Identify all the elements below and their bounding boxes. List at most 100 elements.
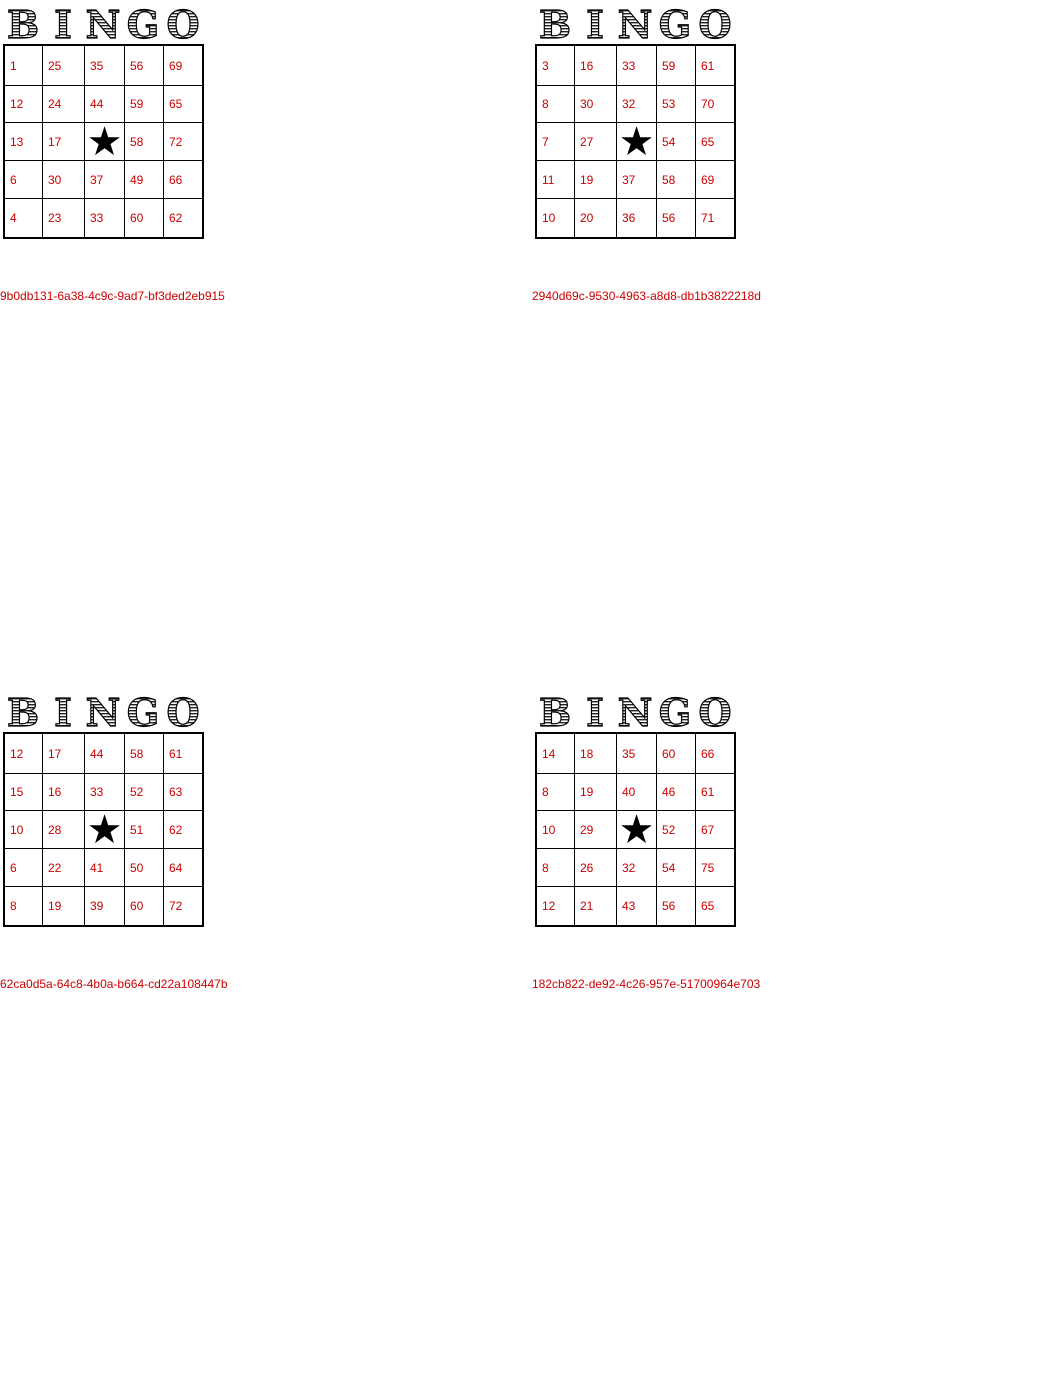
bingo-cell: 65 bbox=[696, 887, 734, 925]
bingo-cell: 35 bbox=[85, 46, 125, 86]
bingo-number: 61 bbox=[701, 785, 715, 799]
bingo-cell: 10 bbox=[537, 199, 575, 237]
bingo-cell: 46 bbox=[657, 774, 696, 811]
bingo-cell: 36 bbox=[617, 199, 657, 237]
bingo-cell: 69 bbox=[164, 46, 202, 86]
bingo-cell: 50 bbox=[125, 849, 164, 887]
bingo-number: 24 bbox=[48, 97, 62, 111]
bingo-number: 44 bbox=[90, 97, 104, 111]
bingo-cell: 60 bbox=[657, 734, 696, 774]
bingo-cell: 52 bbox=[657, 811, 696, 849]
bingo-grid: 1 25 35 56 69 12 24 44 59 65 13 17 ★ 58 72 6 30 37 49 66 4 23… bbox=[3, 44, 204, 239]
bingo-number: 21 bbox=[580, 899, 594, 913]
bingo-number: 65 bbox=[701, 899, 715, 913]
bingo-cell: 39 bbox=[85, 887, 125, 925]
bingo-cell: 70 bbox=[696, 86, 734, 123]
bingo-number: 10 bbox=[542, 822, 556, 837]
bingo-cell: 27 bbox=[575, 123, 617, 161]
bingo-cell: 16 bbox=[43, 774, 85, 811]
bingo-number: 6 bbox=[10, 172, 17, 187]
header-letter: I bbox=[54, 4, 72, 44]
header-letter: G bbox=[127, 4, 159, 44]
bingo-cell: 3 bbox=[537, 46, 575, 86]
bingo-number: 69 bbox=[701, 172, 715, 187]
bingo-number: 66 bbox=[701, 746, 715, 761]
bingo-cell: 65 bbox=[164, 86, 202, 123]
bingo-number: 36 bbox=[622, 211, 636, 225]
bingo-number: 30 bbox=[48, 172, 62, 187]
bingo-number: 27 bbox=[580, 134, 594, 149]
card-id: 62ca0d5a-64c8-4b0a-b664-cd22a108447b bbox=[0, 977, 228, 991]
bingo-cell: 63 bbox=[164, 774, 202, 811]
bingo-number: 12 bbox=[10, 746, 24, 761]
bingo-cell: 19 bbox=[43, 887, 85, 925]
bingo-number: 19 bbox=[580, 785, 594, 799]
bingo-cell: 26 bbox=[575, 849, 617, 887]
bingo-cell: 28 bbox=[43, 811, 85, 849]
bingo-cell: 61 bbox=[696, 46, 734, 86]
bingo-number: 15 bbox=[10, 785, 24, 799]
bingo-cell: 16 bbox=[575, 46, 617, 86]
bingo-cell: 56 bbox=[125, 46, 164, 86]
bingo-cell: 25 bbox=[43, 46, 85, 86]
bingo-number: 8 bbox=[542, 785, 549, 799]
bingo-number: 56 bbox=[662, 899, 676, 913]
bingo-cell: 66 bbox=[164, 161, 202, 199]
star-icon: ★ bbox=[86, 806, 123, 853]
bingo-number: 44 bbox=[90, 746, 104, 761]
bingo-cell: 60 bbox=[125, 887, 164, 925]
bingo-number: 61 bbox=[701, 58, 715, 73]
header-letter: B bbox=[7, 692, 39, 732]
bingo-number: 3 bbox=[542, 58, 549, 73]
bingo-cell: 58 bbox=[125, 734, 164, 774]
bingo-cell: 61 bbox=[696, 774, 734, 811]
bingo-cell: 72 bbox=[164, 887, 202, 925]
bingo-header-logo: BINGO bbox=[6, 4, 200, 44]
bingo-cell: 41 bbox=[85, 849, 125, 887]
bingo-number: 30 bbox=[580, 97, 594, 111]
bingo-cell: 8 bbox=[537, 774, 575, 811]
bingo-number: 7 bbox=[542, 134, 549, 149]
bingo-number: 19 bbox=[580, 172, 594, 187]
bingo-cell: 12 bbox=[5, 734, 43, 774]
bingo-cell: 1 bbox=[5, 46, 43, 86]
bingo-header: BINGO bbox=[537, 4, 737, 44]
bingo-number: 51 bbox=[130, 822, 144, 837]
bingo-cell: 35 bbox=[617, 734, 657, 774]
header-letter: N bbox=[86, 692, 121, 732]
bingo-cell: 59 bbox=[125, 86, 164, 123]
header-letter: I bbox=[586, 692, 604, 732]
bingo-number: 43 bbox=[622, 899, 636, 913]
header-letter: I bbox=[586, 4, 604, 44]
bingo-number: 1 bbox=[10, 58, 17, 73]
bingo-cell: 32 bbox=[617, 849, 657, 887]
bingo-cell: 23 bbox=[43, 199, 85, 237]
bingo-header: BINGO bbox=[5, 692, 205, 732]
bingo-number: 54 bbox=[662, 860, 676, 875]
bingo-cell: 56 bbox=[657, 199, 696, 237]
bingo-number: 13 bbox=[10, 134, 24, 149]
bingo-number: 56 bbox=[130, 58, 144, 73]
bingo-cell: 30 bbox=[575, 86, 617, 123]
bingo-number: 60 bbox=[130, 899, 144, 913]
bingo-cell: 72 bbox=[164, 123, 202, 161]
bingo-cell: 6 bbox=[5, 849, 43, 887]
bingo-number: 58 bbox=[130, 746, 144, 761]
bingo-cell: 64 bbox=[164, 849, 202, 887]
bingo-number: 35 bbox=[90, 58, 104, 73]
star-icon: ★ bbox=[618, 806, 655, 853]
header-letter: O bbox=[698, 4, 731, 44]
bingo-number: 58 bbox=[662, 172, 676, 187]
bingo-number: 18 bbox=[580, 746, 594, 761]
bingo-grid: 12 17 44 58 61 15 16 33 52 63 10 28 ★ 51 62 6 22 41 50 64 8 1… bbox=[3, 732, 204, 927]
bingo-cell: 18 bbox=[575, 734, 617, 774]
header-letter: O bbox=[698, 692, 731, 732]
bingo-number: 56 bbox=[662, 211, 676, 225]
card-id: 182cb822-de92-4c26-957e-51700964e703 bbox=[532, 977, 761, 991]
bingo-number: 63 bbox=[169, 785, 183, 799]
bingo-cell: 22 bbox=[43, 849, 85, 887]
bingo-number: 32 bbox=[622, 97, 636, 111]
header-letter: I bbox=[54, 692, 72, 732]
bingo-cell: 56 bbox=[657, 887, 696, 925]
bingo-number: 28 bbox=[48, 822, 62, 837]
